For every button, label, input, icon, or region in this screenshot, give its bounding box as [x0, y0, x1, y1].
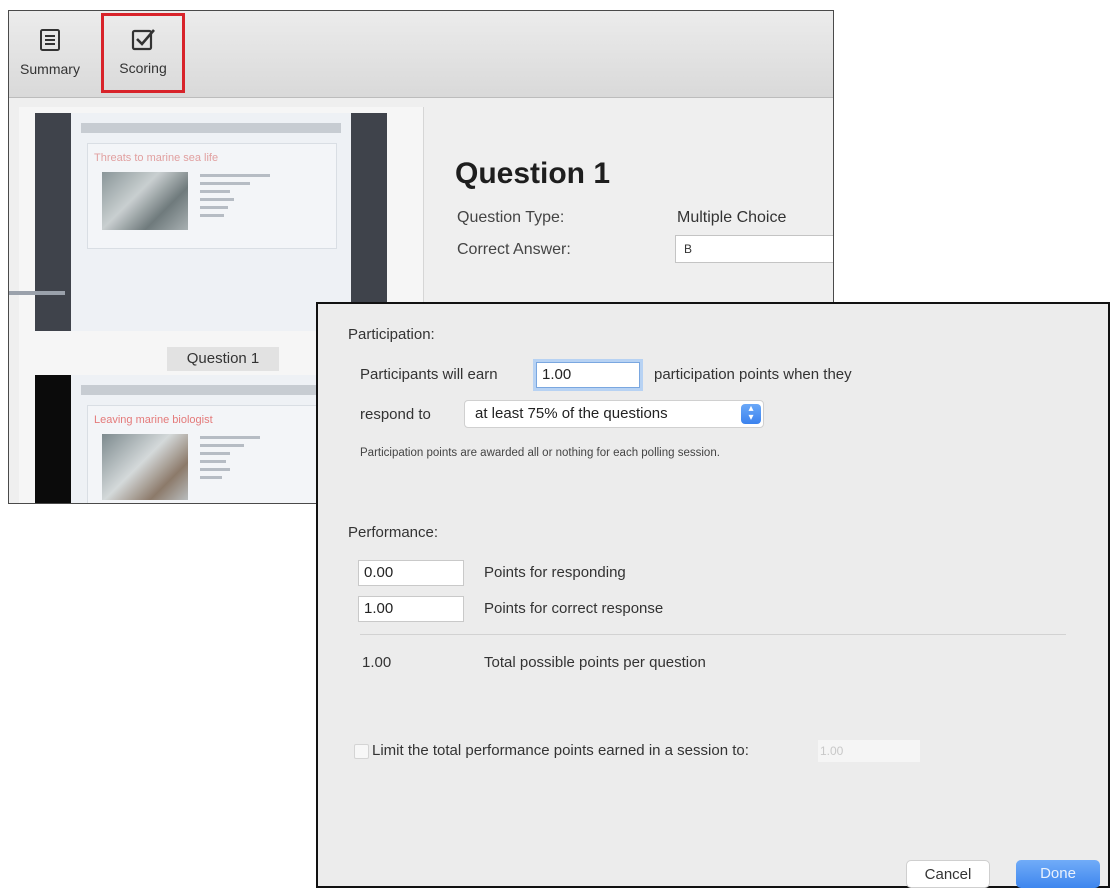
earn-suffix-text: participation points when they: [654, 366, 852, 383]
participation-note: Participation points are awarded all or …: [360, 447, 720, 459]
slide-1-title: Threats to marine sea life: [94, 152, 219, 164]
points-responding-input[interactable]: 0.00: [358, 560, 464, 586]
performance-heading: Performance:: [348, 524, 439, 541]
summary-tab[interactable]: Summary: [11, 21, 89, 91]
question-type-value: Multiple Choice: [677, 209, 787, 226]
slide-1-header-bar: [81, 123, 341, 133]
participation-heading: Participation:: [348, 326, 435, 343]
scoring-checkbox-icon: [131, 29, 155, 51]
respond-to-label: respond to: [360, 406, 431, 423]
summary-icon: [40, 29, 60, 51]
slide-1-text-lines: [200, 174, 270, 222]
slide-2-content: Leaving marine biologist: [87, 405, 337, 503]
respond-threshold-value: at least 75% of the questions: [475, 405, 668, 422]
correct-answer-label: Correct Answer:: [457, 241, 571, 258]
limit-points-input[interactable]: 1.00: [818, 740, 920, 762]
summary-label: Summary: [20, 61, 80, 77]
earn-prefix-text: Participants will earn: [360, 366, 498, 383]
question-type-label: Question Type:: [457, 209, 565, 226]
total-points-label: Total possible points per question: [484, 654, 706, 671]
points-correct-label: Points for correct response: [484, 600, 664, 617]
performance-divider: [360, 634, 1066, 635]
limit-points-checkbox[interactable]: [354, 744, 369, 759]
select-arrows-icon: ▴ ▾: [741, 404, 761, 424]
slide-1-caption: Question 1: [167, 347, 279, 371]
total-points-value: 1.00: [362, 654, 392, 671]
question-title: Question 1: [455, 157, 611, 190]
participation-points-input[interactable]: 1.00: [536, 362, 640, 388]
slide-1-canvas: Threats to marine sea life: [71, 113, 351, 331]
slide-1-footer-mark: [9, 291, 65, 295]
respond-threshold-select[interactable]: at least 75% of the questions ▴ ▾: [464, 400, 764, 428]
correct-answer-field[interactable]: B: [675, 235, 833, 263]
slide-1-content: Threats to marine sea life: [87, 143, 337, 249]
cancel-button[interactable]: Cancel: [906, 860, 990, 888]
slide-2-header-bar: [81, 385, 341, 395]
slide-2-canvas: Leaving marine biologist: [71, 375, 351, 503]
scoring-tab[interactable]: Scoring: [101, 13, 185, 93]
slide-thumbnail-1[interactable]: Threats to marine sea life: [9, 113, 387, 331]
slide-1-image: [102, 172, 188, 230]
scoring-label: Scoring: [119, 60, 167, 76]
limit-points-label: Limit the total performance points earne…: [372, 742, 749, 759]
toolbar: Summary Scoring: [9, 11, 833, 98]
slide-2-image: [102, 434, 188, 500]
scoring-settings-dialog: Participation: Participants will earn 1.…: [316, 302, 1110, 888]
slide-2-text-lines: [200, 436, 270, 484]
points-correct-input[interactable]: 1.00: [358, 596, 464, 622]
points-responding-label: Points for responding: [484, 564, 626, 581]
done-button[interactable]: Done: [1016, 860, 1100, 888]
slide-2-title: Leaving marine biologist: [94, 414, 213, 426]
